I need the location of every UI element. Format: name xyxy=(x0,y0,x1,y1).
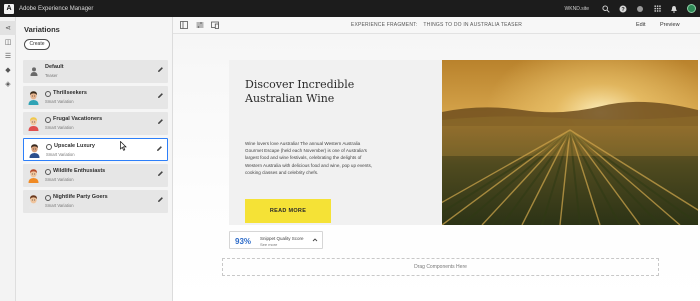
variation-avatar xyxy=(27,194,40,209)
variation-type: Smart Variation xyxy=(45,99,74,104)
variation-name: Nightlife Party Goers xyxy=(53,194,108,200)
variations-panel: Variations Create Default Teaser Thrillsee… xyxy=(16,17,173,301)
variation-type: Smart Variation xyxy=(45,203,74,208)
variation-type: Teaser xyxy=(45,73,58,78)
person-icon xyxy=(27,64,40,79)
tree-icon[interactable]: ☰ xyxy=(0,49,16,63)
share-icon[interactable]: ⋖ xyxy=(0,21,16,35)
quality-label: Snippet Quality Score xyxy=(260,236,304,241)
variation-name: Upscale Luxury xyxy=(54,143,95,149)
header-actions: WKND.site ? xyxy=(565,0,696,17)
variation-item[interactable]: Upscale Luxury Smart Variation xyxy=(23,138,168,161)
side-rail: ⋖ ◫ ☰ ◆ ◈ xyxy=(0,17,16,301)
user-avatar[interactable] xyxy=(687,4,696,13)
drop-zone[interactable]: Drag Components Here xyxy=(222,258,659,276)
help-icon[interactable]: ? xyxy=(619,5,627,13)
layers-icon[interactable]: ◈ xyxy=(0,77,16,91)
breadcrumb-value: THINGS TO DO IN AUSTRALIA TEASER xyxy=(423,22,523,28)
variation-avatar xyxy=(27,90,40,105)
create-button[interactable]: Create xyxy=(24,39,50,50)
variation-item[interactable]: Frugal Vacationers Smart Variation xyxy=(23,112,168,135)
edit-pencil-icon[interactable] xyxy=(156,145,163,154)
breadcrumb: EXPERIENCE FRAGMENT: THINGS TO DO IN AUST… xyxy=(173,22,700,28)
assets-icon[interactable]: ◆ xyxy=(0,63,16,77)
breadcrumb-label: EXPERIENCE FRAGMENT: xyxy=(350,22,418,28)
edit-pencil-icon[interactable] xyxy=(157,118,164,127)
smart-variation-icon xyxy=(45,117,51,123)
notifications-icon[interactable] xyxy=(670,5,678,13)
see-more-link[interactable]: See more xyxy=(260,242,277,247)
edit-pencil-icon[interactable] xyxy=(157,170,164,179)
smart-variation-icon xyxy=(45,169,51,175)
edit-mode-button[interactable]: Edit xyxy=(636,22,645,28)
teaser-title: Discover Incredible Australian Wine xyxy=(245,78,355,105)
editor-toolbar: EXPERIENCE FRAGMENT: THINGS TO DO IN AUST… xyxy=(173,17,700,34)
mouse-cursor xyxy=(120,141,127,151)
variation-name: Frugal Vacationers xyxy=(53,116,103,122)
edit-pencil-icon[interactable] xyxy=(157,196,164,205)
bell-icon[interactable] xyxy=(636,5,644,13)
teaser-component[interactable]: Discover Incredible Australian Wine Wine… xyxy=(229,60,698,225)
apps-grid-icon[interactable] xyxy=(653,5,661,13)
chevron-up-icon[interactable] xyxy=(312,237,318,245)
variation-avatar xyxy=(28,143,41,158)
snippet-quality-card[interactable]: 93% Snippet Quality Score See more xyxy=(229,231,323,249)
variation-item[interactable]: Wildlife Enthusiasts Smart Variation xyxy=(23,164,168,187)
app-title: Adobe Experience Manager xyxy=(19,5,94,12)
variation-item[interactable]: Thrillseekers Smart Variation xyxy=(23,86,168,109)
search-icon[interactable] xyxy=(602,4,610,13)
smart-variation-icon xyxy=(46,144,52,150)
drop-zone-label: Drag Components Here xyxy=(414,264,467,270)
variation-type: Smart Variation xyxy=(45,177,74,182)
site-switcher[interactable]: WKND.site xyxy=(565,6,589,12)
edit-pencil-icon[interactable] xyxy=(157,66,164,75)
panel-title: Variations xyxy=(24,25,60,34)
variation-avatar xyxy=(27,116,40,131)
read-more-button[interactable]: READ MORE xyxy=(245,199,331,223)
variation-name: Default xyxy=(45,64,64,70)
variation-item[interactable]: Nightlife Party Goers Smart Variation xyxy=(23,190,168,213)
editor-canvas: Discover Incredible Australian Wine Wine… xyxy=(173,34,700,301)
smart-variation-icon xyxy=(45,91,51,97)
adobe-logo: A xyxy=(4,3,14,14)
smart-variation-icon xyxy=(45,195,51,201)
teaser-description: Wine lovers love Australia! The annual W… xyxy=(245,141,373,175)
app-header: A Adobe Experience Manager WKND.site ? xyxy=(0,0,700,17)
variations-list: Default Teaser Thrillseekers Smart Variatio… xyxy=(23,60,168,216)
vineyard-image xyxy=(442,60,698,225)
variations-icon[interactable]: ◫ xyxy=(0,35,16,49)
variation-name: Thrillseekers xyxy=(53,90,87,96)
variation-item[interactable]: Default Teaser xyxy=(23,60,168,83)
variation-type: Smart Variation xyxy=(46,152,75,157)
edit-pencil-icon[interactable] xyxy=(157,92,164,101)
quality-score: 93% xyxy=(235,237,252,246)
variation-name: Wildlife Enthusiasts xyxy=(53,168,106,174)
preview-mode-button[interactable]: Preview xyxy=(660,22,680,28)
variation-avatar xyxy=(27,168,40,183)
variation-type: Smart Variation xyxy=(45,125,74,130)
